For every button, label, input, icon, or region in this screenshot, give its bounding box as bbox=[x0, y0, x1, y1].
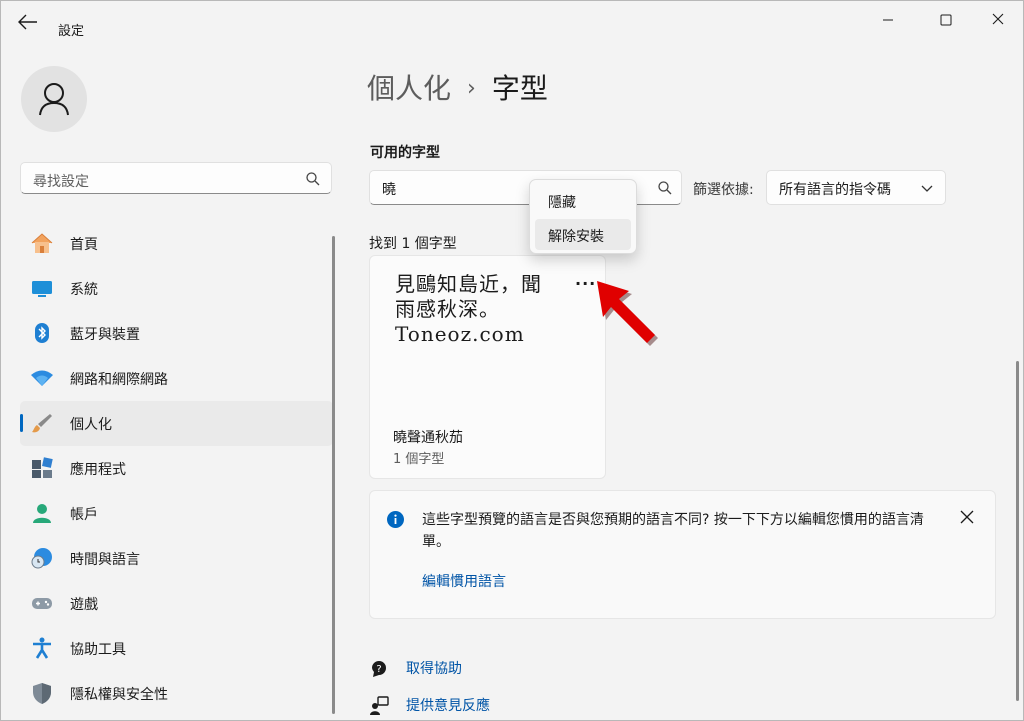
user-icon bbox=[39, 83, 69, 116]
sidebar-nav: 首頁 系統 藍牙與裝置 網路和網際網路 個人化 應用程式 帳戶 時間與語言 遊戲… bbox=[20, 221, 333, 716]
get-help-label: 取得協助 bbox=[406, 661, 462, 677]
shield-icon bbox=[33, 683, 51, 704]
breadcrumb-separator: › bbox=[467, 76, 476, 101]
menu-item-hide[interactable]: 隱藏 bbox=[535, 185, 631, 216]
home-icon bbox=[31, 233, 53, 253]
sidebar-item-label: 遊戲 bbox=[70, 597, 98, 613]
menu-item-label: 隱藏 bbox=[548, 195, 576, 211]
close-icon[interactable] bbox=[959, 509, 975, 525]
filter-label: 篩選依據: bbox=[693, 182, 754, 198]
minimize-button[interactable] bbox=[865, 1, 911, 41]
preview-line: Toneoz.com bbox=[395, 322, 525, 346]
sidebar-item-label: 隱私權與安全性 bbox=[70, 687, 168, 703]
annotation-arrow-icon bbox=[597, 281, 658, 346]
apps-icon bbox=[32, 457, 53, 478]
menu-item-label: 解除安裝 bbox=[548, 229, 604, 245]
maximize-icon bbox=[940, 14, 952, 26]
edit-preferred-languages-link[interactable]: 編輯慣用語言 bbox=[422, 571, 506, 591]
font-face-count: 1 個字型 bbox=[393, 452, 445, 467]
give-feedback-label: 提供意見反應 bbox=[406, 698, 490, 714]
sidebar-scrollbar[interactable] bbox=[332, 236, 335, 714]
sidebar-item-label: 應用程式 bbox=[70, 462, 126, 478]
maximize-button[interactable] bbox=[922, 1, 968, 41]
sidebar-item-bluetooth[interactable]: 藍牙與裝置 bbox=[20, 311, 333, 356]
font-name: 曉聲通秋茄 bbox=[393, 430, 463, 446]
main-scrollbar[interactable] bbox=[1016, 361, 1019, 701]
font-search-value: 曉 bbox=[382, 182, 396, 198]
svg-text:?: ? bbox=[376, 664, 381, 675]
sidebar-item-home[interactable]: 首頁 bbox=[20, 221, 333, 266]
time-language-icon bbox=[31, 548, 52, 569]
font-preview: 見鷗知島近，聞 雨感秋深。 Toneoz.com bbox=[395, 272, 585, 347]
sidebar-item-system[interactable]: 系統 bbox=[20, 266, 333, 311]
sidebar-item-accounts[interactable]: 帳戶 bbox=[20, 491, 333, 536]
back-button[interactable] bbox=[17, 13, 39, 31]
sidebar-item-gaming[interactable]: 遊戲 bbox=[20, 581, 333, 626]
sidebar-item-label: 系統 bbox=[70, 282, 98, 298]
close-window-button[interactable] bbox=[975, 1, 1021, 41]
available-fonts-heading: 可用的字型 bbox=[370, 145, 440, 161]
wifi-icon bbox=[31, 370, 53, 386]
font-card[interactable]: 見鷗知島近，聞 雨感秋深。 Toneoz.com ··· 曉聲通秋茄 1 個字型 bbox=[369, 255, 606, 479]
sidebar-item-label: 帳戶 bbox=[70, 507, 98, 523]
sidebar-item-label: 時間與語言 bbox=[70, 552, 140, 568]
help-icon: ? bbox=[372, 661, 386, 677]
sidebar-item-label: 藍牙與裝置 bbox=[70, 327, 140, 343]
preview-line: 見鷗知島近，聞 bbox=[395, 272, 542, 296]
fonts-found-count: 找到 1 個字型 bbox=[369, 236, 457, 252]
chevron-down-icon bbox=[921, 185, 933, 192]
sidebar-item-label: 個人化 bbox=[70, 417, 112, 433]
breadcrumb: 個人化 › 字型 bbox=[367, 67, 548, 107]
settings-window: 設定 尋找設定 首頁 系統 藍牙與裝置 網路和網際網路 個人化 應用程式 帳戶 … bbox=[0, 0, 1024, 721]
sidebar-item-label: 首頁 bbox=[70, 237, 98, 253]
font-context-menu: 隱藏 解除安裝 bbox=[529, 179, 637, 254]
search-icon bbox=[306, 172, 320, 186]
user-avatar[interactable] bbox=[21, 66, 87, 132]
filter-selected-value: 所有語言的指令碼 bbox=[779, 182, 891, 198]
info-bar: 這些字型預覽的語言是否與您預期的語言不同? 按一下下方以編輯您慣用的語言清單。 … bbox=[369, 490, 996, 619]
feedback-icon bbox=[370, 696, 389, 715]
brush-icon bbox=[32, 414, 52, 433]
language-filter-dropdown[interactable]: 所有語言的指令碼 bbox=[766, 170, 946, 205]
title-bar: 設定 bbox=[1, 1, 1023, 41]
account-icon bbox=[33, 504, 51, 523]
sidebar-item-network[interactable]: 網路和網際網路 bbox=[20, 356, 333, 401]
menu-item-uninstall[interactable]: 解除安裝 bbox=[535, 219, 631, 250]
gamepad-icon bbox=[32, 598, 52, 609]
sidebar-item-privacy[interactable]: 隱私權與安全性 bbox=[20, 671, 333, 716]
page-title: 字型 bbox=[491, 72, 548, 105]
accessibility-icon bbox=[33, 637, 51, 659]
close-icon bbox=[992, 13, 1004, 25]
sidebar-item-label: 協助工具 bbox=[70, 642, 126, 658]
settings-search-input[interactable]: 尋找設定 bbox=[20, 162, 332, 194]
back-arrow-icon bbox=[18, 14, 37, 30]
search-placeholder: 尋找設定 bbox=[33, 174, 89, 190]
bluetooth-icon bbox=[35, 323, 49, 343]
selection-indicator bbox=[20, 414, 23, 432]
minimize-icon bbox=[883, 19, 893, 21]
sidebar-item-accessibility[interactable]: 協助工具 bbox=[20, 626, 333, 671]
search-icon bbox=[658, 181, 672, 195]
system-icon bbox=[32, 281, 52, 297]
sidebar-item-personalization[interactable]: 個人化 bbox=[20, 401, 333, 446]
preview-line: 雨感秋深。 bbox=[395, 297, 500, 321]
info-message: 這些字型預覽的語言是否與您預期的語言不同? 按一下下方以編輯您慣用的語言清單。 bbox=[422, 512, 924, 550]
info-icon bbox=[387, 511, 404, 528]
window-title: 設定 bbox=[58, 24, 85, 39]
breadcrumb-parent[interactable]: 個人化 bbox=[367, 72, 451, 105]
sidebar-item-label: 網路和網際網路 bbox=[70, 372, 168, 388]
sidebar-item-time-language[interactable]: 時間與語言 bbox=[20, 536, 333, 581]
sidebar-item-apps[interactable]: 應用程式 bbox=[20, 446, 333, 491]
